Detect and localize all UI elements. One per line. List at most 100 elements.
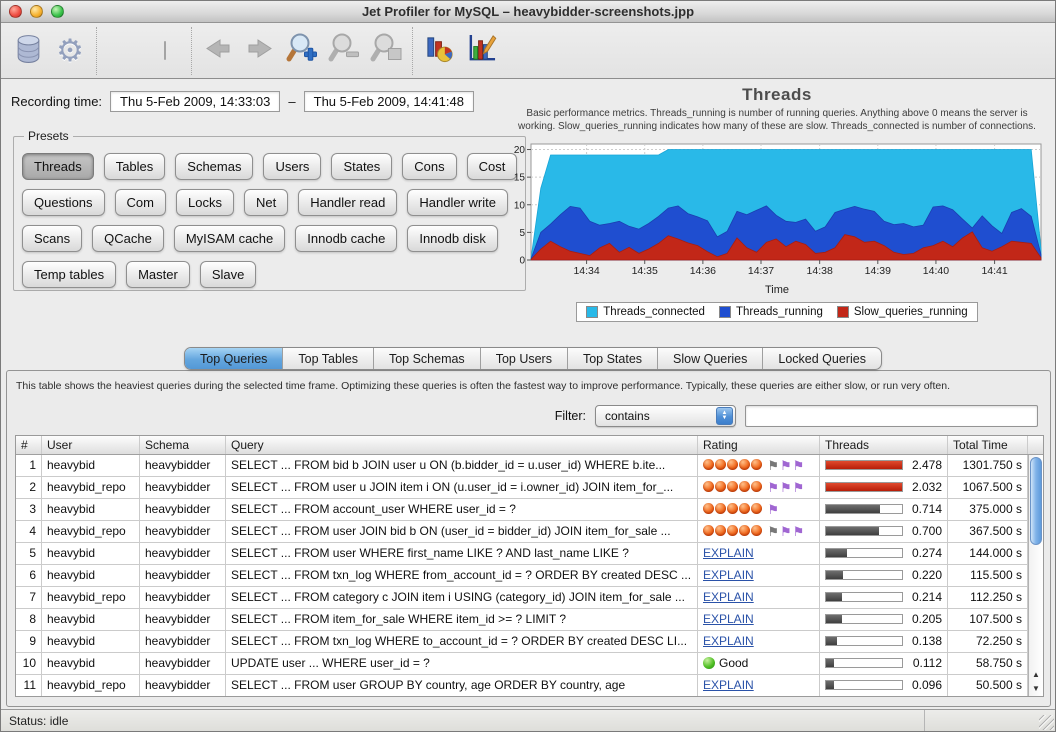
preset-button-cons[interactable]: Cons — [402, 153, 456, 180]
minimize-window-button[interactable] — [30, 5, 43, 18]
threads-bar — [825, 548, 903, 558]
cell-rating: ⚑⚑⚑ — [698, 477, 820, 498]
cell-num: 9 — [16, 631, 42, 652]
svg-text:14:36: 14:36 — [690, 265, 716, 277]
tab-top-schemas[interactable]: Top Schemas — [374, 348, 481, 369]
preset-button-locks[interactable]: Locks — [176, 189, 234, 216]
threads-value: 0.214 — [903, 587, 942, 608]
threads-bar-fill — [826, 593, 842, 601]
column-header-user[interactable]: User — [42, 436, 140, 454]
table-row[interactable]: 2heavybid_repoheavybidderSELECT ... FROM… — [16, 477, 1043, 499]
table-row[interactable]: 3heavybidheavybidderSELECT ... FROM acco… — [16, 499, 1043, 521]
chart-compare-button[interactable] — [460, 28, 502, 74]
explain-link[interactable]: EXPLAIN — [703, 678, 754, 692]
threads-bar — [825, 614, 903, 624]
preset-button-innodb-cache[interactable]: Innodb cache — [295, 225, 397, 252]
explain-link[interactable]: EXPLAIN — [703, 546, 754, 560]
cell-num: 8 — [16, 609, 42, 630]
cell-num: 6 — [16, 565, 42, 586]
table-row[interactable]: 5heavybidheavybidderSELECT ... FROM user… — [16, 543, 1043, 565]
column-header-total[interactable]: Total Time — [948, 436, 1028, 454]
settings-gear-button[interactable]: ⚙ — [49, 28, 91, 74]
preset-button-handler-write[interactable]: Handler write — [407, 189, 508, 216]
table-row[interactable]: 10heavybidheavybidderUPDATE user ... WHE… — [16, 653, 1043, 675]
column-header-threads[interactable]: Threads — [820, 436, 948, 454]
back-arrow-button — [197, 28, 239, 74]
table-row[interactable]: 8heavybidheavybidderSELECT ... FROM item… — [16, 609, 1043, 631]
zoom-in-button[interactable] — [281, 28, 323, 74]
threads-bar-fill — [826, 505, 880, 513]
recording-end-field[interactable]: Thu 5-Feb 2009, 14:41:48 — [304, 91, 474, 112]
preset-button-temp-tables[interactable]: Temp tables — [22, 261, 116, 288]
threads-area-chart[interactable]: 0510152014:3414:3514:3614:3714:3814:3914… — [501, 137, 1049, 278]
table-row[interactable]: 4heavybid_repoheavybidderSELECT ... FROM… — [16, 521, 1043, 543]
preset-button-innodb-disk[interactable]: Innodb disk — [407, 225, 498, 252]
explain-link[interactable]: EXPLAIN — [703, 568, 754, 582]
table-row[interactable]: 9heavybidheavybidderSELECT ... FROM txn_… — [16, 631, 1043, 653]
preset-button-myisam-cache[interactable]: MyISAM cache — [174, 225, 285, 252]
cell-num: 5 — [16, 543, 42, 564]
preset-button-qcache[interactable]: QCache — [92, 225, 164, 252]
scrollbar-thumb[interactable] — [1030, 457, 1042, 545]
preset-button-users[interactable]: Users — [263, 153, 321, 180]
cell-total: 112.250 s — [948, 587, 1028, 608]
table-row[interactable]: 1heavybidheavybidderSELECT ... FROM bid … — [16, 455, 1043, 477]
preset-button-schemas[interactable]: Schemas — [175, 153, 253, 180]
cell-user: heavybid — [42, 565, 140, 586]
column-header-query[interactable]: Query — [226, 436, 698, 454]
scroll-down-button[interactable]: ▼ — [1029, 682, 1043, 696]
preset-button-scans[interactable]: Scans — [22, 225, 82, 252]
preset-button-tables[interactable]: Tables — [104, 153, 166, 180]
explain-link[interactable]: EXPLAIN — [703, 612, 754, 626]
column-header-schema[interactable]: Schema — [140, 436, 226, 454]
svg-text:14:41: 14:41 — [981, 265, 1007, 277]
rating-flag-icon: ⚑ — [767, 458, 779, 473]
filter-text-input[interactable] — [745, 405, 1038, 427]
tab-top-states[interactable]: Top States — [568, 348, 658, 369]
tab-top-tables[interactable]: Top Tables — [283, 348, 374, 369]
cell-user: heavybid — [42, 455, 140, 476]
cell-schema: heavybidder — [140, 477, 226, 498]
scroll-up-button[interactable]: ▲ — [1029, 668, 1043, 682]
rating-ball-icon — [751, 503, 762, 514]
rating-ball-icon — [751, 459, 762, 470]
cell-user: heavybid — [42, 609, 140, 630]
rating-ball-icon — [727, 459, 738, 470]
preset-button-net[interactable]: Net — [244, 189, 288, 216]
explain-link[interactable]: EXPLAIN — [703, 590, 754, 604]
cell-schema: heavybidder — [140, 543, 226, 564]
resize-grip-icon[interactable] — [1039, 715, 1054, 730]
preset-button-slave[interactable]: Slave — [200, 261, 257, 288]
zoom-window-button[interactable] — [51, 5, 64, 18]
recording-start-field[interactable]: Thu 5-Feb 2009, 14:33:03 — [110, 91, 280, 112]
table-row[interactable]: 11heavybid_repoheavybidderSELECT ... FRO… — [16, 675, 1043, 697]
preset-button-states[interactable]: States — [331, 153, 392, 180]
preset-button-questions[interactable]: Questions — [22, 189, 105, 216]
chart-legend: Threads_connectedThreads_runningSlow_que… — [576, 302, 977, 322]
chart-title: Threads — [501, 85, 1053, 105]
tab-top-users[interactable]: Top Users — [481, 348, 568, 369]
preset-button-handler-read[interactable]: Handler read — [298, 189, 397, 216]
cell-threads: 0.274 — [820, 543, 948, 564]
cell-total: 1067.500 s — [948, 477, 1028, 498]
tab-top-queries[interactable]: Top Queries — [185, 348, 283, 369]
preset-button-threads[interactable]: Threads — [22, 153, 94, 180]
filter-mode-select[interactable]: contains ▲▼ — [595, 405, 736, 427]
tab-locked-queries[interactable]: Locked Queries — [763, 348, 881, 369]
close-window-button[interactable] — [9, 5, 22, 18]
chart-report-icon — [424, 33, 455, 69]
rating-flag-icon: ⚑ — [793, 480, 805, 495]
column-header-rating[interactable]: Rating — [698, 436, 820, 454]
tab-slow-queries[interactable]: Slow Queries — [658, 348, 763, 369]
table-row[interactable]: 6heavybidheavybidderSELECT ... FROM txn_… — [16, 565, 1043, 587]
chart-report-button[interactable] — [418, 28, 460, 74]
explain-link[interactable]: EXPLAIN — [703, 634, 754, 648]
preset-button-master[interactable]: Master — [126, 261, 190, 288]
table-row[interactable]: 7heavybid_repoheavybidderSELECT ... FROM… — [16, 587, 1043, 609]
database-button[interactable] — [7, 28, 49, 74]
preset-button-com[interactable]: Com — [115, 189, 166, 216]
cell-num: 2 — [16, 477, 42, 498]
record-button[interactable] — [102, 28, 144, 74]
table-scrollbar[interactable]: ▲ ▼ — [1028, 455, 1043, 696]
column-header-num[interactable]: # — [16, 436, 42, 454]
